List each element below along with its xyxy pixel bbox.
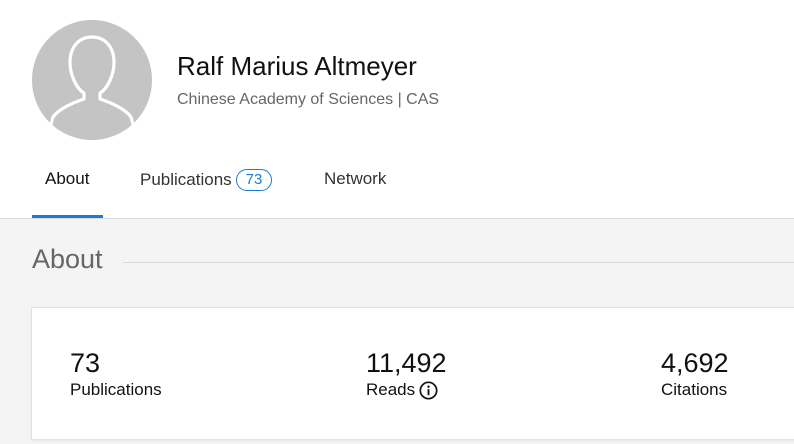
- stat-publications-value: 73: [70, 348, 101, 378]
- stat-citations[interactable]: 4,692 Citations: [661, 348, 729, 400]
- tab-network-label: Network: [324, 169, 387, 188]
- stat-publications-label-text: Publications: [70, 380, 162, 399]
- info-icon[interactable]: [419, 380, 438, 400]
- tab-about[interactable]: About: [45, 169, 89, 189]
- tab-network[interactable]: Network: [324, 169, 386, 189]
- section-divider: [123, 262, 794, 263]
- stat-citations-label-text: Citations: [661, 380, 728, 399]
- stat-publications-label: Publications: [70, 380, 162, 400]
- default-user-avatar-icon: [32, 20, 152, 140]
- tab-publications[interactable]: Publications 73: [140, 169, 273, 191]
- stat-reads-label: Reads: [366, 380, 447, 400]
- tab-about-label: About: [45, 169, 90, 188]
- tab-publications-label: Publications: [140, 170, 232, 189]
- publications-count-badge: 73: [235, 169, 273, 191]
- stat-citations-label: Citations: [661, 380, 729, 400]
- profile-header: Ralf Marius Altmeyer Chinese Academy of …: [0, 0, 794, 219]
- stat-publications[interactable]: 73 Publications: [70, 348, 162, 400]
- stat-reads-value: 11,492: [366, 348, 447, 378]
- active-tab-indicator: [32, 215, 103, 218]
- stat-reads-label-text: Reads: [366, 380, 416, 399]
- stat-reads: 11,492 Reads: [366, 348, 447, 400]
- stats-card: 73 Publications 11,492 Reads 4,692 Citat…: [31, 307, 794, 440]
- profile-name: Ralf Marius Altmeyer: [177, 51, 417, 81]
- stat-citations-value: 4,692: [661, 348, 729, 378]
- profile-affiliation[interactable]: Chinese Academy of Sciences | CAS: [177, 91, 439, 109]
- section-title: About: [32, 244, 103, 274]
- profile-avatar[interactable]: [32, 20, 152, 140]
